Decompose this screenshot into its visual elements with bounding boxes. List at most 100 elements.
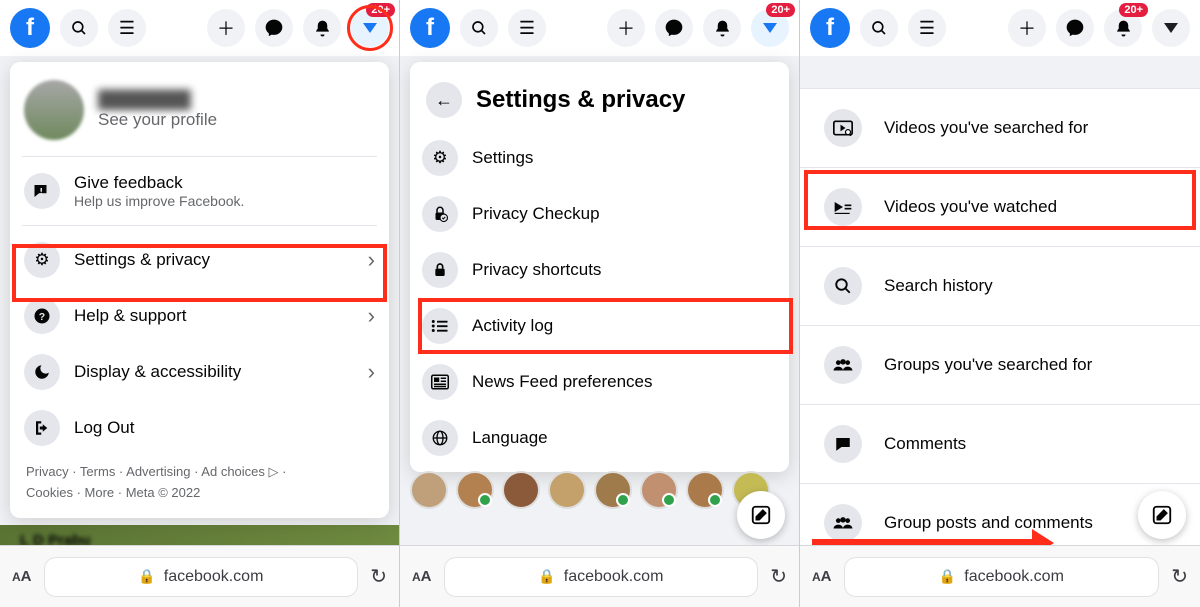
account-menu-button[interactable] [1152, 9, 1190, 47]
language-item[interactable]: Language [416, 410, 783, 466]
search-history-item[interactable]: Search history [800, 247, 1200, 325]
story-avatar[interactable] [456, 471, 494, 509]
facebook-logo[interactable]: f [810, 8, 850, 48]
story-avatar[interactable] [594, 471, 632, 509]
privacy-shortcuts-item[interactable]: Privacy shortcuts [416, 242, 783, 298]
story-avatar[interactable] [548, 471, 586, 509]
lock-icon: 🔒 [538, 568, 555, 585]
profile-subtitle: See your profile [98, 110, 217, 130]
chevron-right-icon: › [368, 359, 375, 385]
reload-icon[interactable]: ↻ [770, 564, 787, 589]
menu-icon[interactable]: ☰ [108, 9, 146, 47]
top-bar: f ☰ ＋ 20+ [0, 0, 399, 56]
comments-item[interactable]: Comments [800, 405, 1200, 483]
help-support-item[interactable]: ? Help & support › [18, 288, 381, 344]
screenshot-step-1: f ☰ ＋ 20+ ████████ [0, 0, 400, 607]
messenger-icon[interactable] [655, 9, 693, 47]
url-text: facebook.com [164, 568, 264, 586]
menu-icon[interactable]: ☰ [508, 9, 546, 47]
text-size-button[interactable]: AA [412, 568, 432, 585]
account-menu-panel: ████████ See your profile Give feedback … [10, 62, 389, 518]
url-text: facebook.com [964, 568, 1064, 586]
feedback-label: Give feedback [74, 173, 375, 193]
top-bar: f ☰ ＋ 20+ [400, 0, 799, 56]
text-size-button[interactable]: AA [812, 568, 832, 585]
footer-links[interactable]: Privacy · Terms · Advertising · Ad choic… [18, 456, 381, 510]
chevron-right-icon: › [368, 247, 375, 273]
address-bar[interactable]: 🔒 facebook.com [44, 557, 359, 597]
divider [22, 156, 377, 157]
story-avatar[interactable] [410, 471, 448, 509]
chevron-right-icon: › [368, 303, 375, 329]
news-feed-preferences-item[interactable]: News Feed preferences [416, 354, 783, 410]
groups-icon [824, 346, 862, 384]
account-menu-button[interactable]: 20+ [751, 9, 789, 47]
activity-log-item[interactable]: Activity log [416, 298, 783, 354]
globe-icon [422, 420, 458, 456]
groups-searched-item[interactable]: Groups you've searched for [800, 326, 1200, 404]
panel-title: Settings & privacy [476, 86, 685, 114]
reload-icon[interactable]: ↻ [370, 564, 387, 589]
create-icon[interactable]: ＋ [1008, 9, 1046, 47]
back-button[interactable]: ← [426, 82, 462, 118]
search-icon [824, 267, 862, 305]
address-bar[interactable]: 🔒 facebook.com [844, 557, 1160, 597]
notifications-icon[interactable] [303, 9, 341, 47]
gear-icon: ⚙ [422, 140, 458, 176]
compose-button[interactable] [1138, 491, 1186, 539]
search-icon[interactable] [860, 9, 898, 47]
privacy-checkup-item[interactable]: Privacy Checkup [416, 186, 783, 242]
screenshot-step-3: f ☰ ＋ 20+ Videos yo [800, 0, 1200, 607]
story-avatar[interactable] [686, 471, 724, 509]
groups-icon [824, 504, 862, 542]
settings-privacy-item[interactable]: ⚙ Settings & privacy › [18, 232, 381, 288]
story-avatar[interactable] [502, 471, 540, 509]
comment-icon [824, 425, 862, 463]
news-feed-icon [422, 364, 458, 400]
address-bar[interactable]: 🔒 facebook.com [444, 557, 759, 597]
create-icon[interactable]: ＋ [607, 9, 645, 47]
caret-down-icon [363, 23, 377, 33]
feedback-icon [24, 173, 60, 209]
lock-icon [422, 252, 458, 288]
account-menu-button[interactable]: 20+ [351, 9, 389, 47]
search-icon[interactable] [60, 9, 98, 47]
notifications-icon[interactable]: 20+ [1104, 9, 1142, 47]
reload-icon[interactable]: ↻ [1171, 564, 1188, 589]
text-size-button[interactable]: AA [12, 568, 32, 585]
display-accessibility-item[interactable]: Display & accessibility › [18, 344, 381, 400]
caret-down-icon [763, 23, 777, 33]
settings-item[interactable]: ⚙ Settings [416, 130, 783, 186]
avatar [24, 80, 84, 140]
profile-link[interactable]: ████████ See your profile [18, 70, 381, 150]
svg-text:?: ? [39, 311, 45, 323]
safari-toolbar: AA 🔒 facebook.com ↻ [800, 545, 1200, 607]
gear-icon: ⚙ [24, 242, 60, 278]
divider [22, 225, 377, 226]
videos-searched-item[interactable]: Videos you've searched for [800, 89, 1200, 167]
notifications-icon[interactable] [703, 9, 741, 47]
url-text: facebook.com [564, 568, 664, 586]
logout-icon [24, 410, 60, 446]
menu-icon[interactable]: ☰ [908, 9, 946, 47]
feedback-sub: Help us improve Facebook. [74, 193, 375, 209]
story-avatar[interactable] [640, 471, 678, 509]
messenger-icon[interactable] [1056, 9, 1094, 47]
safari-toolbar: AA 🔒 facebook.com ↻ [0, 545, 399, 607]
search-icon[interactable] [460, 9, 498, 47]
videos-watched-item[interactable]: Videos you've watched [800, 168, 1200, 246]
logout-item[interactable]: Log Out [18, 400, 381, 456]
lock-icon: 🔒 [138, 568, 155, 585]
messenger-icon[interactable] [255, 9, 293, 47]
video-search-icon [824, 109, 862, 147]
activity-log-list: Videos you've searched for Videos you've… [800, 88, 1200, 563]
lock-icon: 🔒 [939, 568, 956, 585]
facebook-logo[interactable]: f [10, 8, 50, 48]
give-feedback-item[interactable]: Give feedback Help us improve Facebook. [18, 163, 381, 219]
compose-button[interactable] [737, 491, 785, 539]
moon-icon [24, 354, 60, 390]
screenshot-step-2: f ☰ ＋ 20+ ← Settings & privacy [400, 0, 800, 607]
safari-toolbar: AA 🔒 facebook.com ↻ [400, 545, 799, 607]
facebook-logo[interactable]: f [410, 8, 450, 48]
create-icon[interactable]: ＋ [207, 9, 245, 47]
